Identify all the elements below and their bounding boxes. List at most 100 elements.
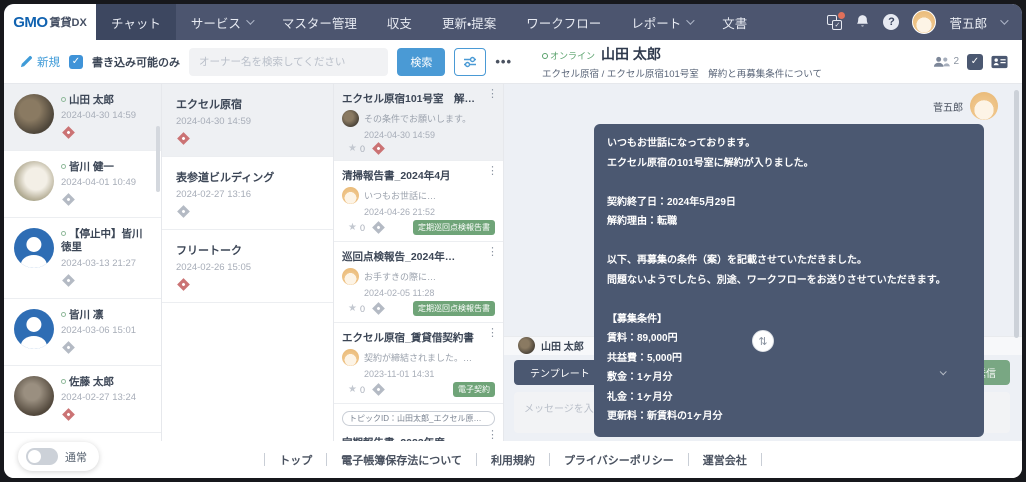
footer-link-company[interactable]: 運営会社 [689, 452, 761, 468]
pencil-icon [20, 56, 32, 68]
agent-badge-icon [62, 126, 75, 139]
kebab-menu-icon[interactable]: ⋮ [487, 89, 498, 100]
scrollbar[interactable] [156, 126, 160, 192]
nav-chat[interactable]: チャット [96, 4, 176, 40]
nav-master-management[interactable]: マスター管理 [267, 4, 372, 40]
search-button[interactable]: 検索 [397, 47, 446, 76]
message-bubble: いつもお世話になっております。 エクセル原宿の101号室に解約が入りました。 契… [594, 124, 984, 437]
filter-button[interactable] [454, 47, 487, 76]
chat-topic-breadcrumb: エクセル原宿 / エクセル原宿101号室 解約と再募集条件について [542, 68, 822, 80]
top-navbar: GMO 賃貸DX チャット サービス マスター管理 収支 更新・提案 ワークフロ… [4, 4, 1022, 40]
app-logo[interactable]: GMO 賃貸DX [4, 4, 96, 40]
username[interactable]: 菅五郎 [949, 13, 987, 32]
nav-renewal-proposal[interactable]: 更新・提案 [427, 4, 511, 40]
contact-item[interactable]: 皆川 凛 2024-03-06 15:01 [4, 299, 161, 366]
status-dot-icon [61, 231, 66, 237]
kebab-menu-icon[interactable]: ⋮ [487, 430, 498, 441]
avatar [518, 337, 535, 355]
star-icon[interactable]: ★ [348, 222, 357, 233]
status-dot-icon [61, 97, 66, 102]
room-item[interactable]: エクセル原宿 2024-04-30 14:59 [162, 84, 333, 157]
help-icon[interactable]: ? [883, 14, 900, 30]
topbar-right: ✓ ? 菅五郎 [811, 4, 1022, 40]
avatar [342, 110, 359, 127]
list-toolbar: 新規 ✓ 書き込み可能のみ 検索 ••• [4, 40, 524, 83]
topic-item[interactable]: ⋮ トピックID：山田太郎_エクセル原宿_定期報告書 定期報告書_2023年度 … [334, 404, 503, 441]
footer-link-privacy[interactable]: プライバシーポリシー [550, 452, 688, 468]
avatar [14, 94, 54, 134]
message-list: 菅五郎 いつもお世話になっております。 エクセル原宿の101号室に解約が入りまし… [504, 84, 1022, 458]
main-area: 山田 太郎 2024-04-30 14:59 皆川 健一 2024-04-01 … [4, 84, 1022, 458]
footer-link-terms[interactable]: 利用規約 [477, 452, 549, 468]
agent-badge-icon [372, 302, 385, 315]
status-dot-icon [61, 311, 66, 317]
sliders-icon [464, 56, 477, 67]
agent-badge-icon [372, 221, 385, 234]
contact-item[interactable]: 山田 太郎 2024-04-30 14:59 [4, 84, 161, 152]
kebab-menu-icon[interactable]: ⋮ [487, 166, 498, 177]
toolbar-row: 新規 ✓ 書き込み可能のみ 検索 ••• オンライン 山田 太郎 エクセル原宿 … [4, 40, 1022, 84]
topics-column: ⋮ エクセル原宿101号室 解約と再募… その条件でお願いします。 2024-0… [334, 84, 504, 441]
chevron-down-icon[interactable] [1000, 16, 1009, 25]
chevron-down-icon [686, 16, 695, 25]
contact-item[interactable]: タナカホームズ不動産株式会社 代表取締役社長 田中一郎 [4, 433, 161, 441]
footer-link-ebook-law[interactable]: 電子帳簿保存法について [327, 452, 476, 468]
main-nav: チャット サービス マスター管理 収支 更新・提案 ワークフロー レポート 文書 [96, 4, 811, 40]
contacts-column: 山田 太郎 2024-04-30 14:59 皆川 健一 2024-04-01 … [4, 84, 162, 441]
template-button[interactable]: テンプレート [514, 360, 606, 386]
avatar [342, 187, 359, 204]
topic-item[interactable]: ⋮ エクセル原宿_賃貸借契約書 契約が締結されました。… 2023-11-01 … [334, 323, 503, 404]
avatar [14, 161, 54, 202]
footer-link-top[interactable]: トップ [265, 452, 326, 468]
logo-gmo: GMO [13, 13, 48, 31]
topic-item[interactable]: ⋮ 清掃報告書_2024年4月 いつもお世話に… 2024-04-26 21:5… [334, 161, 503, 242]
chat-header: オンライン 山田 太郎 エクセル原宿 / エクセル原宿101号室 解約と再募集条… [524, 40, 1022, 83]
display-mode-toggle[interactable]: 通常 [18, 442, 99, 471]
avatar [342, 268, 359, 285]
room-item[interactable]: 表参道ビルディング 2024-02-27 13:16 [162, 157, 333, 230]
agent-badge-icon [62, 340, 75, 354]
kebab-menu-icon[interactable]: ⋮ [487, 328, 498, 339]
star-icon[interactable]: ★ [348, 384, 357, 395]
new-button[interactable]: 新規 [20, 54, 60, 70]
toggle-switch[interactable] [26, 448, 58, 465]
app-window: GMO 賃貸DX チャット サービス マスター管理 収支 更新・提案 ワークフロ… [4, 4, 1022, 478]
tasks-icon[interactable]: ✓ [827, 11, 846, 30]
user-avatar[interactable] [912, 10, 937, 34]
topic-item[interactable]: ⋮ エクセル原宿101号室 解約と再募… その条件でお願いします。 2024-0… [334, 84, 503, 161]
avatar [14, 375, 54, 416]
more-menu-icon[interactable]: ••• [495, 54, 512, 69]
contact-item[interactable]: 【停止中】皆川 徳里 2024-03-13 21:27 [4, 218, 161, 299]
scrollbar[interactable] [1014, 90, 1019, 338]
nav-workflow[interactable]: ワークフロー [511, 4, 616, 40]
status-dot-icon [61, 164, 66, 170]
rooms-column: エクセル原宿 2024-04-30 14:59 表参道ビルディング 2024-0… [162, 84, 334, 441]
bell-icon[interactable] [855, 14, 870, 30]
star-icon[interactable]: ★ [348, 143, 357, 154]
writable-only-checkbox[interactable]: ✓ [69, 54, 83, 69]
logo-suffix: 賃貸DX [49, 17, 87, 29]
members-count[interactable]: 2 [933, 56, 959, 68]
id-card-icon[interactable] [991, 55, 1008, 69]
nav-document[interactable]: 文書 [707, 4, 762, 40]
room-item[interactable]: フリートーク 2024-02-26 15:05 [162, 230, 333, 303]
chat-panel: 菅五郎 いつもお世話になっております。 エクセル原宿の101号室に解約が入りまし… [504, 84, 1022, 458]
star-icon[interactable]: ★ [348, 303, 357, 314]
nav-service[interactable]: サービス [176, 4, 267, 40]
agent-badge-icon [62, 407, 75, 421]
footer: トップ 電子帳簿保存法について 利用規約 プライバシーポリシー 運営会社 通常 [4, 441, 1022, 478]
task-check-icon[interactable]: ✓ [967, 53, 983, 70]
nav-report[interactable]: レポート [616, 4, 707, 40]
contact-item[interactable]: 佐藤 太郎 2024-02-27 13:24 [4, 366, 161, 433]
owner-search-input[interactable] [189, 47, 389, 76]
topic-item[interactable]: ⋮ 巡回点検報告_2024年… お手すきの際に… 2024-02-05 11:2… [334, 242, 503, 323]
e-contract-tag: 電子契約 [453, 382, 495, 397]
contact-item[interactable]: 皆川 健一 2024-04-01 10:49 [4, 151, 161, 219]
kebab-menu-icon[interactable]: ⋮ [487, 247, 498, 258]
topic-id-label: トピックID：山田太郎_エクセル原宿_定期報告書 [342, 411, 495, 426]
chevron-down-icon [246, 16, 255, 25]
resize-handle[interactable]: ⇅ [752, 330, 774, 352]
nav-income-expense[interactable]: 収支 [372, 4, 427, 40]
agent-badge-icon [372, 383, 385, 396]
avatar [342, 349, 359, 366]
